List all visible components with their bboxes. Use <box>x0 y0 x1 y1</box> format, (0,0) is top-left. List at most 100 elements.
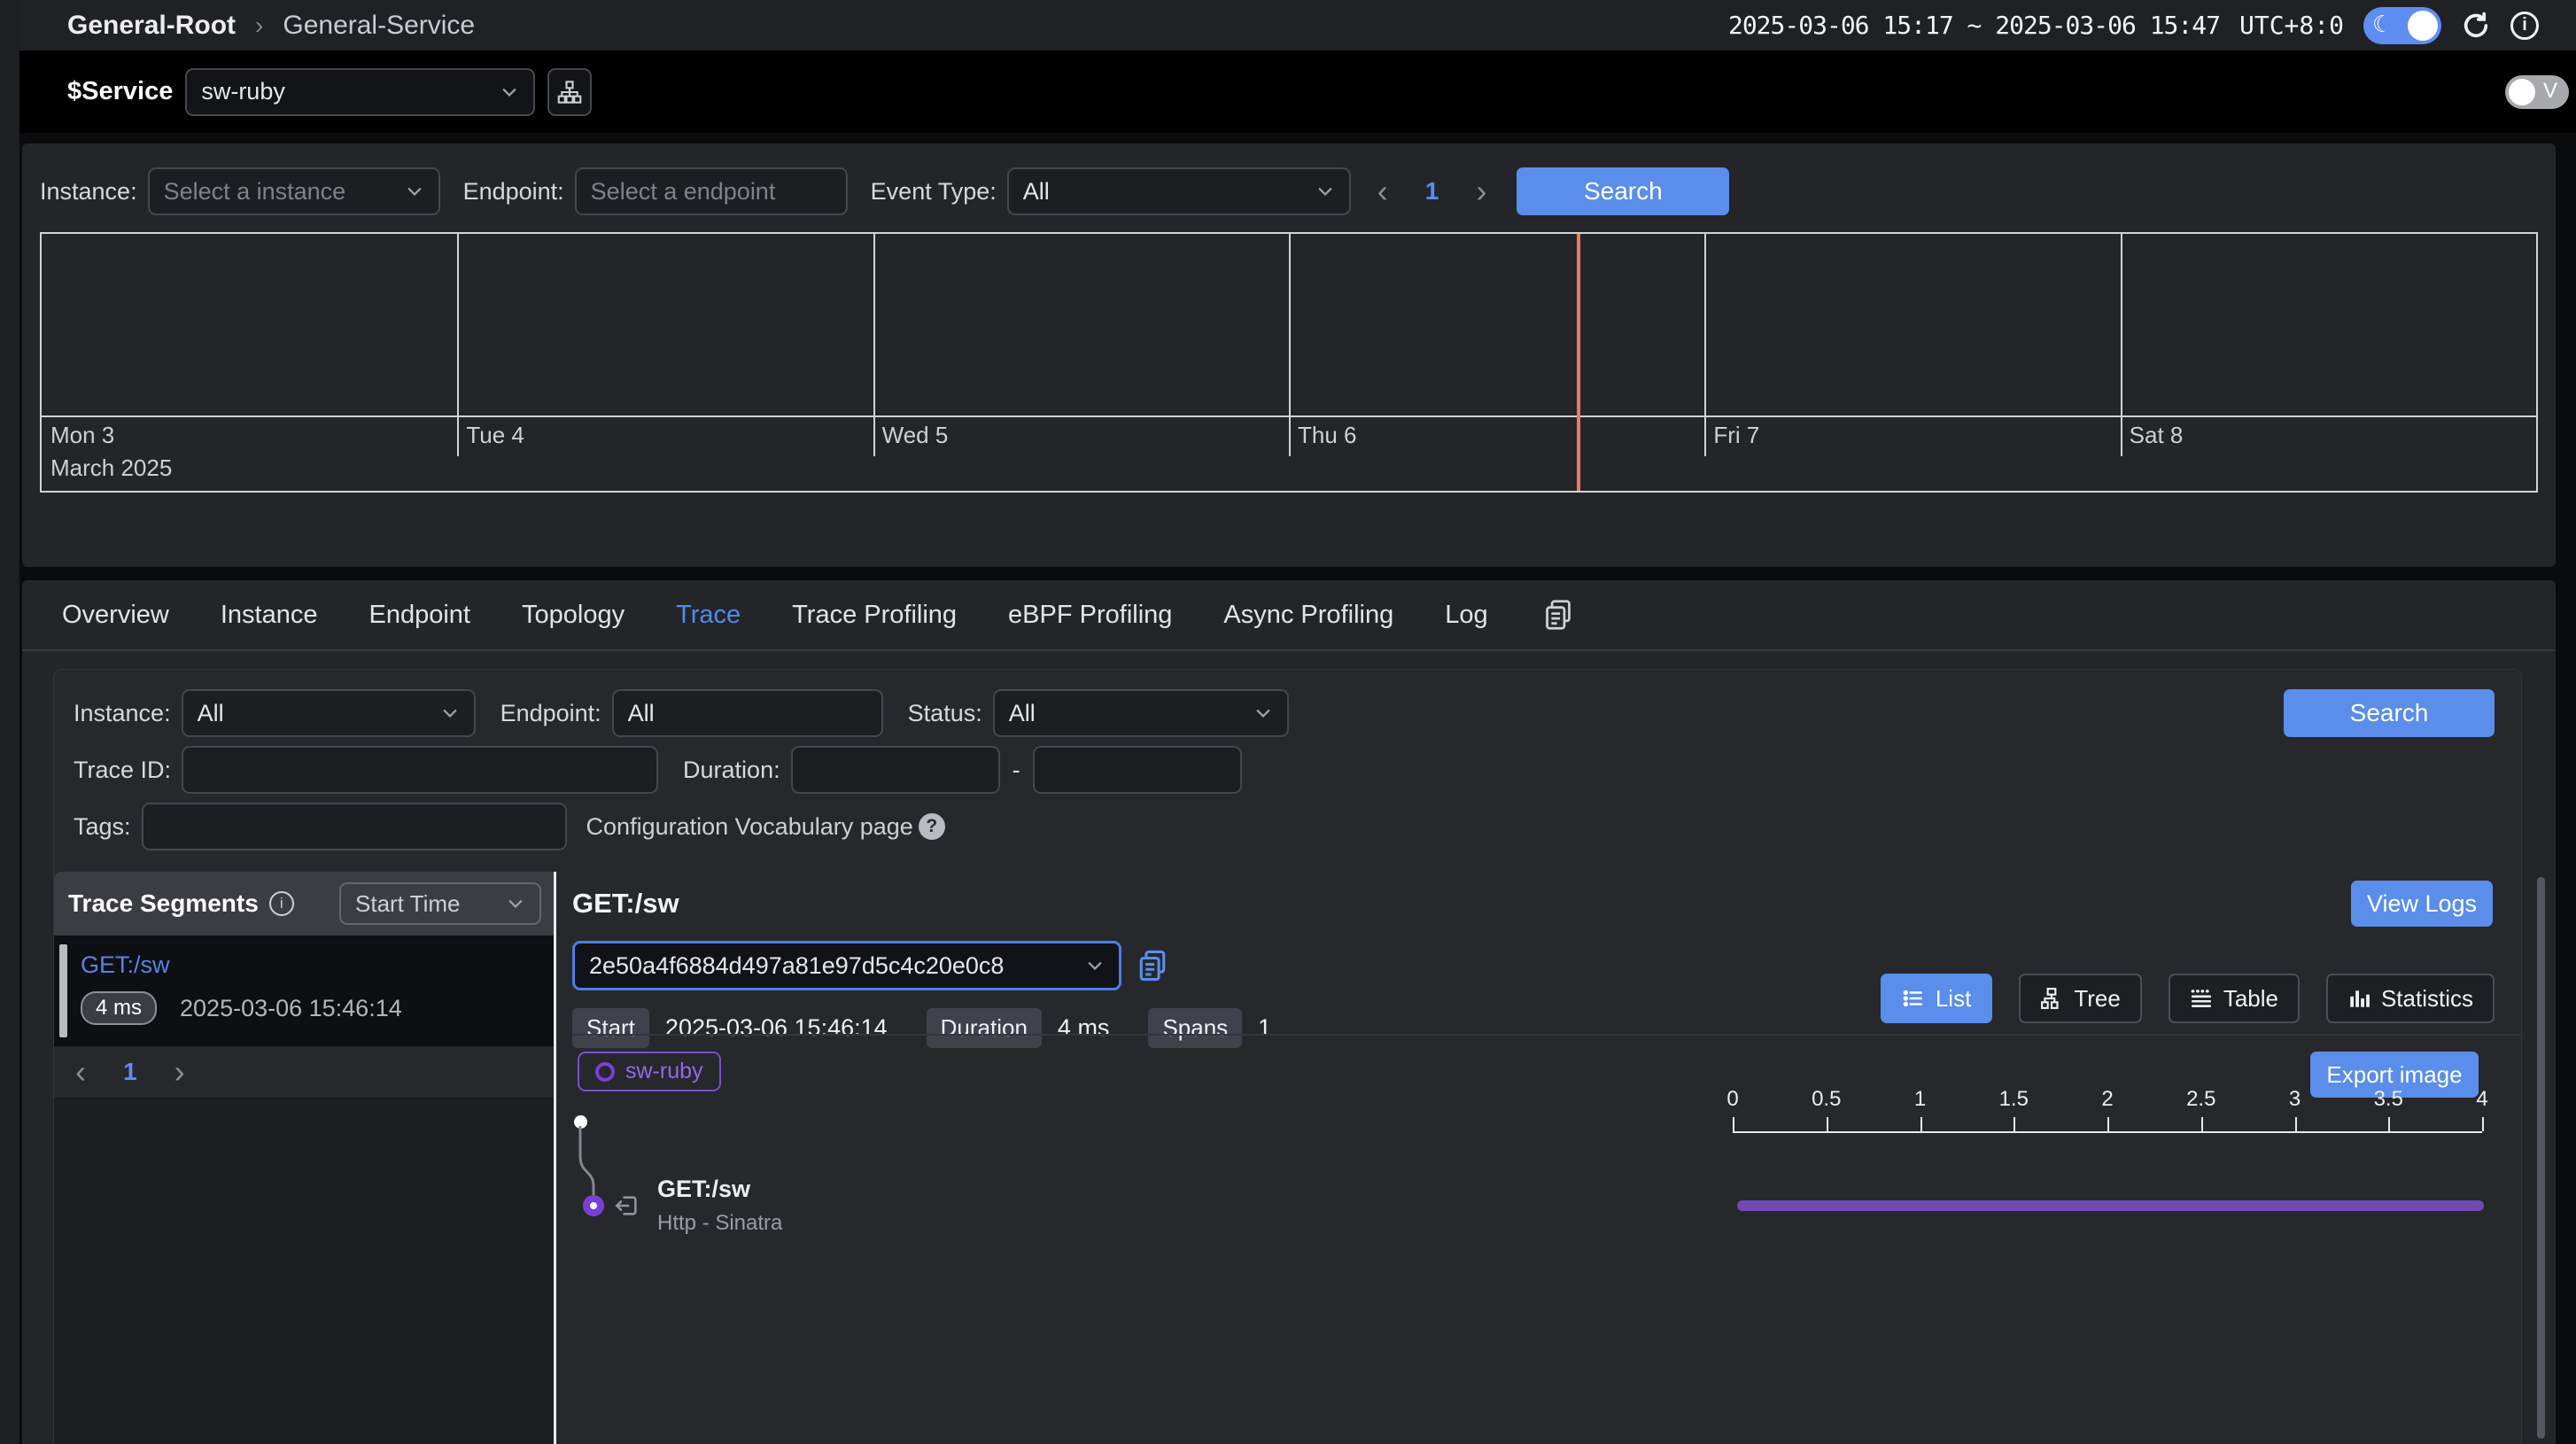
time-ruler: 00.511.522.533.54 <box>1733 1087 2482 1131</box>
vocabulary-link-text: Configuration Vocabulary page <box>586 813 913 841</box>
trace-status-select[interactable]: All <box>993 689 1289 737</box>
breadcrumb-root[interactable]: General-Root <box>67 11 236 41</box>
tab-log[interactable]: Log <box>1445 601 1487 630</box>
span-component: Http - Sinatra <box>657 1211 782 1236</box>
dark-mode-toggle[interactable]: ☾ <box>2363 7 2441 44</box>
view-mode-list-button[interactable]: List <box>1881 974 1992 1023</box>
tab-endpoint[interactable]: Endpoint <box>369 601 471 630</box>
trace-instance-select[interactable]: All <box>182 689 476 737</box>
event-endpoint-input[interactable] <box>575 167 848 215</box>
refresh-icon[interactable] <box>2461 11 2491 41</box>
calendar-day-label: Sat 8 <box>2130 422 2184 449</box>
view-mode-tree-button[interactable]: Tree <box>2019 974 2142 1023</box>
trace-id-input[interactable] <box>182 746 658 794</box>
view-mode-statistics-button[interactable]: Statistics <box>2326 974 2495 1023</box>
endpoint-label: Endpoint: <box>500 700 601 727</box>
chevron-down-icon <box>1315 182 1335 201</box>
ruler-tick-mark <box>2295 1117 2297 1131</box>
trace-segment-item[interactable]: GET:/sw 4 ms 2025-03-06 15:46:14 <box>54 943 554 1039</box>
vertical-scrollbar[interactable] <box>2537 877 2545 1439</box>
trace-id-select[interactable]: 2e50a4f6884d497a81e97d5c4c20e0c8 <box>572 941 1121 990</box>
tab-instance[interactable]: Instance <box>221 601 318 630</box>
service-hierarchy-button[interactable] <box>547 68 592 116</box>
view-mode-table-button[interactable]: Table <box>2169 974 2300 1023</box>
span-duration-bar[interactable] <box>1737 1200 2484 1211</box>
calendar-day-label: Mon 3 <box>50 422 114 449</box>
copy-trace-id-icon[interactable] <box>1137 949 1168 982</box>
list-icon <box>1902 987 1925 1010</box>
service-legend-tag[interactable]: sw-ruby <box>578 1052 721 1091</box>
version-toggle-label: V <box>2543 79 2557 104</box>
ruler-tick-mark <box>2482 1117 2484 1131</box>
service-bar: $Service sw-ruby V <box>0 50 2576 133</box>
moon-icon: ☾ <box>2372 11 2393 38</box>
service-select[interactable]: sw-ruby <box>185 68 535 116</box>
event-page-number[interactable]: 1 <box>1425 177 1439 206</box>
event-type-select[interactable]: All <box>1007 167 1351 215</box>
tab-ebpf-profiling[interactable]: eBPF Profiling <box>1008 601 1172 630</box>
entry-span-icon <box>615 1193 640 1218</box>
calendar-day-gridline <box>1704 234 1706 456</box>
trace-filter-row-1: Instance: All Endpoint: Status: All <box>74 689 2521 737</box>
version-toggle[interactable]: V <box>2505 75 2569 109</box>
prev-page-icon[interactable]: ‹ <box>1377 175 1388 207</box>
instance-label: Instance: <box>74 700 171 727</box>
segment-name-link[interactable]: GET:/sw <box>81 951 170 979</box>
duration-max-input[interactable] <box>1033 746 1242 794</box>
span-name[interactable]: GET:/sw <box>657 1176 750 1203</box>
chevron-down-icon <box>405 182 424 201</box>
next-page-icon[interactable]: › <box>175 1056 185 1088</box>
breadcrumb-current[interactable]: General-Service <box>283 11 475 41</box>
segments-page-number[interactable]: 1 <box>123 1058 137 1086</box>
calendar-chart[interactable]: March 2025 Mon 3Tue 4Wed 5Thu 6Fri 7Sat … <box>40 232 2538 493</box>
event-instance-select[interactable]: Select a instance <box>148 167 440 215</box>
event-search-button[interactable]: Search <box>1517 167 1729 215</box>
calendar-day-label: Wed 5 <box>882 422 949 449</box>
trace-instance-value: All <box>198 700 224 727</box>
tabs: Overview Instance Endpoint Topology Trace Tra… <box>22 580 2556 651</box>
view-mode-buttons: List Tree <box>1881 974 2495 1023</box>
legend-circle-icon <box>595 1062 615 1082</box>
trace-search-button[interactable]: Search <box>2284 689 2495 737</box>
duration-min-input[interactable] <box>791 746 1000 794</box>
tab-trace-profiling[interactable]: Trace Profiling <box>792 601 957 630</box>
trace-endpoint-input[interactable] <box>612 689 883 737</box>
info-icon[interactable]: i <box>2510 12 2539 40</box>
vocabulary-link[interactable]: Configuration Vocabulary page ? <box>586 813 945 841</box>
next-page-icon[interactable]: › <box>1476 175 1486 207</box>
trace-segments-list: GET:/sw 4 ms 2025-03-06 15:46:14 <box>54 935 554 1046</box>
sort-select[interactable]: Start Time <box>339 882 541 925</box>
ruler-tick-label: 3 <box>2289 1087 2301 1112</box>
current-time-marker <box>1577 234 1580 491</box>
copy-dashboard-icon[interactable] <box>1543 599 1573 631</box>
tab-overview[interactable]: Overview <box>62 601 169 630</box>
ruler-tick-mark <box>1827 1117 1828 1131</box>
help-icon[interactable]: ? <box>919 813 945 840</box>
calendar-day-gridline <box>1289 234 1291 456</box>
ruler-tick-mark <box>2201 1117 2203 1131</box>
ruler-tick-label: 3.5 <box>2374 1087 2403 1112</box>
segment-start-time: 2025-03-06 15:46:14 <box>180 995 402 1022</box>
view-logs-button[interactable]: View Logs <box>2351 881 2493 927</box>
trace-filter-row-2: Trace ID: Duration: - <box>74 746 2521 794</box>
trace-filter-form: Instance: All Endpoint: Status: All Trac… <box>54 670 2521 863</box>
chevron-down-icon <box>440 703 460 723</box>
calendar-day-gridline <box>457 234 459 456</box>
ruler-tick-mark <box>2388 1117 2390 1131</box>
status-label: Status: <box>908 700 982 727</box>
time-range-picker[interactable]: 2025-03-06 15:17 ~ 2025-03-06 15:47 <box>1728 11 2220 40</box>
calendar-day-gridline <box>873 234 875 456</box>
instance-label: Instance: <box>40 178 137 206</box>
service-select-value: sw-ruby <box>201 78 285 105</box>
tab-topology[interactable]: Topology <box>522 601 625 630</box>
event-type-value: All <box>1023 178 1050 206</box>
tab-trace[interactable]: Trace <box>676 601 741 630</box>
event-filter-row: Instance: Select a instance Endpoint: Ev… <box>40 167 2556 216</box>
tab-async-profiling[interactable]: Async Profiling <box>1223 601 1393 630</box>
ruler-tick-mark <box>2107 1117 2109 1131</box>
span-node-circle[interactable] <box>583 1195 604 1216</box>
tags-input[interactable] <box>142 803 567 850</box>
prev-page-icon[interactable]: ‹ <box>75 1056 86 1088</box>
info-icon[interactable]: i <box>269 891 294 916</box>
trace-segments-panel: Trace Segments i Start Time GET:/sw <box>54 872 556 1444</box>
